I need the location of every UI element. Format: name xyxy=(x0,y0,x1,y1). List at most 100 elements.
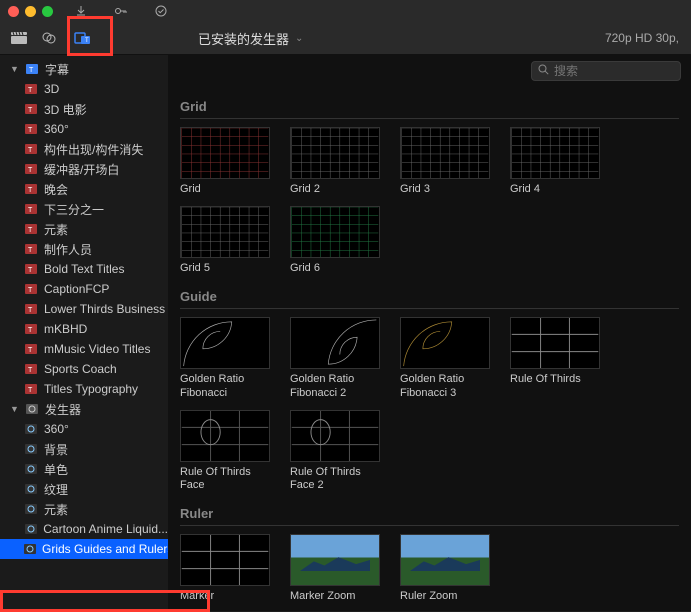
thumbnail-cell[interactable]: Marker xyxy=(180,534,270,603)
sidebar-item[interactable]: TLower Thirds Business xyxy=(0,299,168,319)
thumbnail-cell[interactable]: Rule Of Thirds xyxy=(510,317,600,399)
thumbnail-cell[interactable]: Grid 5 xyxy=(180,206,270,275)
thumbnail-cell[interactable]: Marker Zoom xyxy=(290,534,380,603)
item-icon: T xyxy=(24,143,38,155)
key-icon[interactable] xyxy=(109,0,133,22)
item-icon: T xyxy=(24,263,38,275)
thumbnail xyxy=(180,410,270,462)
titles-icon: T xyxy=(25,63,39,75)
item-label: CaptionFCP xyxy=(44,282,109,296)
topbar: T 已安装的发生器 ⌄ 720p HD 30p, xyxy=(0,22,691,55)
sidebar-item[interactable]: 纹理 xyxy=(0,479,168,499)
thumbnail-cell[interactable]: Golden Ratio Fibonacci 2 xyxy=(290,317,380,399)
sidebar-item[interactable]: T360° xyxy=(0,119,168,139)
clapper-icon[interactable] xyxy=(4,24,34,52)
thumbnail-caption: Grid 3 xyxy=(400,183,490,196)
svg-text:T: T xyxy=(28,127,33,134)
ruler-items: Marker Marker Zoom Ruler Zoom xyxy=(180,534,679,603)
item-label: 360° xyxy=(44,422,69,436)
sidebar-item[interactable]: TmKBHD xyxy=(0,319,168,339)
titles-list: T3DT3D 电影T360°T构件出现/构件消失T缓冲器/开场白T晚会T下三分之… xyxy=(0,79,168,399)
thumbnail-caption: Marker xyxy=(180,590,270,603)
thumbnail-caption: Rule Of Thirds Face 2 xyxy=(290,466,380,492)
generators-icon[interactable]: T xyxy=(68,24,98,52)
svg-text:T: T xyxy=(28,87,33,94)
item-icon: T xyxy=(24,323,38,335)
installed-dropdown[interactable]: 已安装的发生器 ⌄ xyxy=(198,29,303,48)
sidebar-item[interactable]: Grids Guides and Rulers xyxy=(0,539,168,559)
sidebar-item[interactable]: T元素 xyxy=(0,219,168,239)
thumbnail-cell[interactable]: Rule Of Thirds Face xyxy=(180,410,270,492)
sidebar-item[interactable]: Cartoon Anime Liquid... xyxy=(0,519,168,539)
sidebar-item[interactable]: T下三分之一 xyxy=(0,199,168,219)
sidebar-item[interactable]: T晚会 xyxy=(0,179,168,199)
minimize-dot[interactable] xyxy=(25,6,36,17)
close-dot[interactable] xyxy=(8,6,19,17)
thumbnail-caption: Golden Ratio Fibonacci 2 xyxy=(290,373,380,399)
thumbnail-cell[interactable]: Rule Of Thirds Face 2 xyxy=(290,410,380,492)
search-input[interactable] xyxy=(554,64,674,78)
thumbnail-cell[interactable]: Golden Ratio Fibonacci 3 xyxy=(400,317,490,399)
sidebar-item[interactable]: 背景 xyxy=(0,439,168,459)
item-icon: T xyxy=(24,103,38,115)
sidebar-item[interactable]: T 3D 电影 xyxy=(0,99,168,119)
item-label: 3D 电影 xyxy=(44,101,87,118)
disclosure-triangle[interactable]: ▼ xyxy=(10,404,19,414)
sidebar-item[interactable]: T 构件出现/构件消失 xyxy=(0,139,168,159)
item-icon xyxy=(24,443,38,455)
thumbnail xyxy=(400,127,490,179)
thumbnail-cell[interactable]: Ruler Zoom xyxy=(400,534,490,603)
sidebar-cat-generators[interactable]: ▼ 发生器 xyxy=(0,399,168,419)
thumbnail-cell[interactable]: Golden Ratio Fibonacci xyxy=(180,317,270,399)
item-label: Sports Coach xyxy=(44,362,117,376)
thumbnail-caption: Ruler Zoom xyxy=(400,590,490,603)
sidebar-item[interactable]: TSports Coach xyxy=(0,359,168,379)
search-field[interactable] xyxy=(531,61,681,81)
gens-list: 360° 背景单色纹理元素 Cartoon Anime Liquid... Grids… xyxy=(0,419,168,559)
sidebar-item[interactable]: T3D xyxy=(0,79,168,99)
item-label: Bold Text Titles xyxy=(44,262,124,276)
sidebar-cat-titles[interactable]: ▼ T 字幕 xyxy=(0,59,168,79)
thumbnail-cell[interactable]: Grid 4 xyxy=(510,127,600,196)
sidebar: ▼ T 字幕 T3DT3D 电影T360°T构件出现/构件消失T缓冲器/开场白T… xyxy=(0,55,168,611)
thumbnail-cell[interactable]: Grid xyxy=(180,127,270,196)
item-label: Cartoon Anime Liquid... xyxy=(43,522,168,536)
thumbnail xyxy=(510,317,600,369)
item-label: 构件出现/构件消失 xyxy=(44,141,143,158)
thumbnail-cell[interactable]: Grid 3 xyxy=(400,127,490,196)
sidebar-item[interactable]: T CaptionFCP xyxy=(0,279,168,299)
sidebar-item[interactable]: TTitles Typography xyxy=(0,379,168,399)
effects-icon[interactable] xyxy=(34,24,64,52)
sidebar-item[interactable]: 360° xyxy=(0,419,168,439)
thumbnail-cell[interactable]: Grid 6 xyxy=(290,206,380,275)
thumbnail-caption: Marker Zoom xyxy=(290,590,380,603)
item-icon xyxy=(24,503,38,515)
svg-text:T: T xyxy=(28,147,33,154)
disclosure-triangle[interactable]: ▼ xyxy=(10,64,19,74)
thumbnail xyxy=(180,127,270,179)
item-icon: T xyxy=(24,223,38,235)
download-icon[interactable] xyxy=(69,0,93,22)
zoom-dot[interactable] xyxy=(42,6,53,17)
sidebar-item[interactable]: T缓冲器/开场白 xyxy=(0,159,168,179)
sidebar-item[interactable]: TmMusic Video Titles xyxy=(0,339,168,359)
thumbnail-cell[interactable]: Grid 2 xyxy=(290,127,380,196)
item-icon: T xyxy=(24,343,38,355)
sidebar-item[interactable]: T Bold Text Titles xyxy=(0,259,168,279)
sidebar-item[interactable]: 单色 xyxy=(0,459,168,479)
format-label: 720p HD 30p, xyxy=(605,31,679,45)
thumbnail-caption: Rule Of Thirds Face xyxy=(180,466,270,492)
thumbnail xyxy=(290,534,380,586)
item-label: 下三分之一 xyxy=(44,201,104,218)
item-label: 缓冲器/开场白 xyxy=(44,161,119,178)
thumbnail xyxy=(400,317,490,369)
svg-text:T: T xyxy=(28,347,33,354)
thumbnail xyxy=(290,410,380,462)
item-icon: T xyxy=(24,303,38,315)
cat-label: 发生器 xyxy=(45,401,81,418)
sidebar-item[interactable]: T制作人员 xyxy=(0,239,168,259)
svg-text:T: T xyxy=(28,287,33,294)
check-icon[interactable] xyxy=(149,0,173,22)
item-icon xyxy=(24,523,37,535)
sidebar-item[interactable]: 元素 xyxy=(0,499,168,519)
